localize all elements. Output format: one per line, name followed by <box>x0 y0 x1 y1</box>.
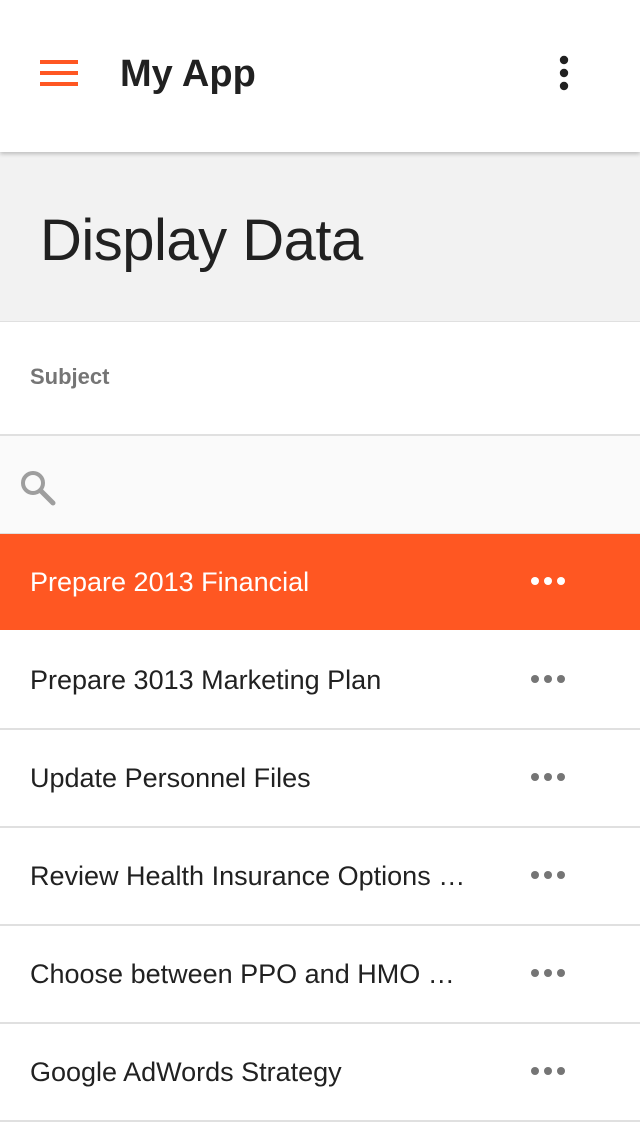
list-item[interactable]: Google AdWords Strategy <box>0 1024 640 1122</box>
list-item-label: Google AdWords Strategy <box>30 1057 342 1087</box>
row-more-button[interactable] <box>520 950 576 998</box>
overflow-menu-button[interactable] <box>540 50 588 100</box>
page-title: Display Data <box>40 208 363 273</box>
more-horiz-icon <box>530 867 566 885</box>
more-horiz-icon <box>530 1063 566 1081</box>
list-item[interactable]: Review Health Insurance Options Under th… <box>0 828 640 926</box>
app-bar: My App <box>0 0 640 152</box>
column-header-subject[interactable]: Subject <box>30 364 109 390</box>
list-item-label: Choose between PPO and HMO Health Plan <box>30 959 470 989</box>
row-more-button[interactable] <box>520 558 576 606</box>
search-row <box>0 436 640 534</box>
row-more-button[interactable] <box>520 656 576 704</box>
list-item-selected[interactable]: Prepare 2013 Financial <box>0 534 640 632</box>
menu-button[interactable] <box>20 52 100 98</box>
list-item-label: Update Personnel Files <box>30 763 311 793</box>
subject-list: Prepare 2013 Financial Prepare 3013 Mark… <box>0 534 640 1122</box>
more-horiz-icon <box>530 671 566 689</box>
more-horiz-icon <box>530 965 566 983</box>
list-item-label: Review Health Insurance Options Under th… <box>30 861 470 891</box>
list-item-label: Prepare 2013 Financial <box>30 567 310 597</box>
row-more-button[interactable] <box>520 754 576 802</box>
list-item-label: Prepare 3013 Marketing Plan <box>30 665 382 695</box>
page-header: Display Data <box>0 152 640 322</box>
list-item[interactable]: Choose between PPO and HMO Health Plan <box>0 926 640 1024</box>
more-horiz-icon <box>530 769 566 787</box>
search-input[interactable] <box>70 458 614 512</box>
list-item[interactable]: Update Personnel Files <box>0 730 640 828</box>
row-more-button[interactable] <box>520 1048 576 1096</box>
more-horiz-icon <box>530 573 566 591</box>
column-header[interactable]: Subject <box>0 322 640 436</box>
list-item[interactable]: Prepare 3013 Marketing Plan <box>0 632 640 730</box>
more-vert-icon <box>558 55 570 96</box>
hamburger-menu-icon <box>40 59 78 91</box>
row-more-button[interactable] <box>520 852 576 900</box>
app-title: My App <box>120 53 256 95</box>
search-icon <box>18 468 58 508</box>
